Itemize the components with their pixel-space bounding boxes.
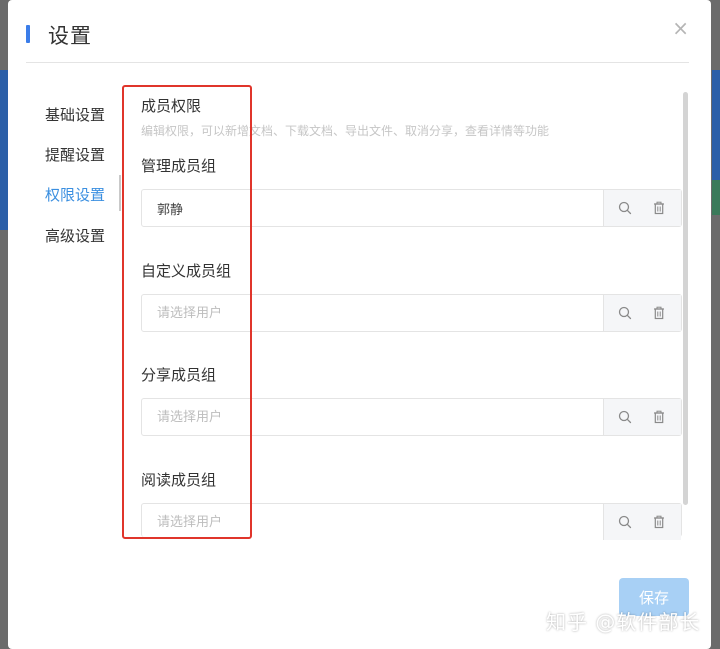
admin-group-input[interactable] <box>142 190 604 226</box>
search-icon[interactable] <box>617 409 633 425</box>
nav-item-advanced[interactable]: 高级设置 <box>45 225 105 246</box>
section-description: 编辑权限，可以新增文档、下载文档、导出文件、取消分享，查看详情等功能 <box>141 124 550 138</box>
field-actions <box>603 295 681 331</box>
admin-group-field <box>141 189 682 227</box>
group-label-read: 阅读成员组 <box>141 471 217 489</box>
nav-item-reminder[interactable]: 提醒设置 <box>45 144 105 165</box>
group-label-admin: 管理成员组 <box>141 157 217 175</box>
content-scrollbar[interactable] <box>683 92 688 505</box>
field-actions <box>603 190 681 226</box>
background-page-strip <box>0 70 8 230</box>
trash-icon[interactable] <box>651 514 667 530</box>
dialog-title: 设置 <box>48 24 92 48</box>
trash-icon[interactable] <box>651 305 667 321</box>
trash-icon[interactable] <box>651 409 667 425</box>
background-page-strip <box>712 180 720 215</box>
watermark-text: 知乎 @软件部长 <box>546 610 701 634</box>
nav-active-indicator <box>119 175 121 211</box>
nav-item-permissions[interactable]: 权限设置 <box>45 184 105 205</box>
read-group-field <box>141 503 682 540</box>
group-label-custom: 自定义成员组 <box>141 262 232 280</box>
group-label-share: 分享成员组 <box>141 366 217 384</box>
custom-group-input[interactable] <box>142 295 604 331</box>
share-group-field <box>141 398 682 436</box>
read-group-input[interactable] <box>142 504 604 540</box>
title-accent-bar <box>26 25 30 43</box>
settings-dialog: 设置 × 基础设置 提醒设置 权限设置 高级设置 成员权限 编辑权限，可以新增文… <box>8 0 711 649</box>
section-title: 成员权限 <box>141 97 202 115</box>
permissions-panel: 成员权限 编辑权限，可以新增文档、下载文档、导出文件、取消分享，查看详情等功能 … <box>141 0 686 545</box>
field-actions <box>603 504 681 540</box>
search-icon[interactable] <box>617 305 633 321</box>
share-group-input[interactable] <box>142 399 604 435</box>
nav-item-basic[interactable]: 基础设置 <box>45 104 105 125</box>
field-actions <box>603 399 681 435</box>
search-icon[interactable] <box>617 514 633 530</box>
custom-group-field <box>141 294 682 332</box>
search-icon[interactable] <box>617 200 633 216</box>
trash-icon[interactable] <box>651 200 667 216</box>
